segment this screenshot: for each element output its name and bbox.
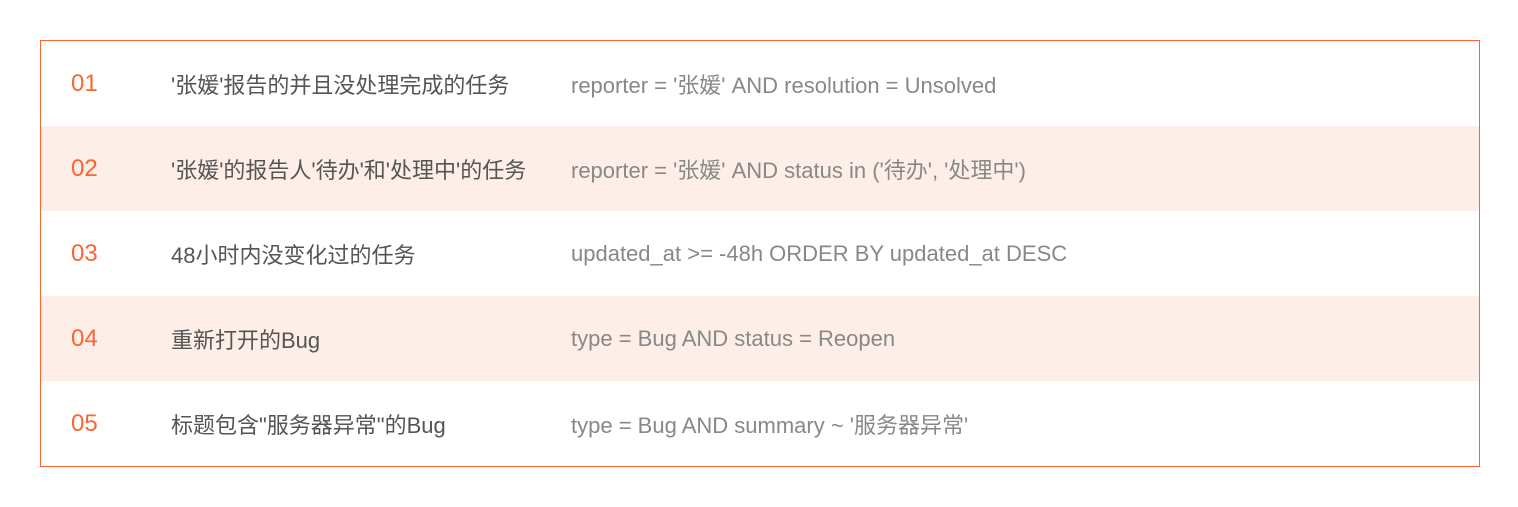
row-number: 01: [71, 70, 171, 98]
row-description: 48小时内没变化过的任务: [171, 238, 571, 270]
row-query: updated_at >= -48h ORDER BY updated_at D…: [571, 241, 1449, 267]
row-description: '张媛'的报告人'待办'和'处理中'的任务: [171, 153, 571, 185]
table-row: 03 48小时内没变化过的任务 updated_at >= -48h ORDER…: [41, 211, 1479, 296]
row-description: 标题包含"服务器异常"的Bug: [171, 408, 571, 440]
row-description: '张媛'报告的并且没处理完成的任务: [171, 68, 571, 100]
row-query: reporter = '张媛' AND resolution = Unsolve…: [571, 68, 1449, 100]
row-query: type = Bug AND summary ~ '服务器异常': [571, 408, 1449, 440]
row-number: 03: [71, 240, 171, 268]
row-number: 05: [71, 410, 171, 438]
query-examples-table: 01 '张媛'报告的并且没处理完成的任务 reporter = '张媛' AND…: [40, 40, 1480, 467]
table-row: 04 重新打开的Bug type = Bug AND status = Reop…: [41, 296, 1479, 381]
row-query: reporter = '张媛' AND status in ('待办', '处理…: [571, 153, 1449, 185]
row-number: 04: [71, 325, 171, 353]
table-row: 02 '张媛'的报告人'待办'和'处理中'的任务 reporter = '张媛'…: [41, 126, 1479, 211]
row-number: 02: [71, 155, 171, 183]
table-row: 05 标题包含"服务器异常"的Bug type = Bug AND summar…: [41, 381, 1479, 466]
row-description: 重新打开的Bug: [171, 323, 571, 355]
table-row: 01 '张媛'报告的并且没处理完成的任务 reporter = '张媛' AND…: [41, 41, 1479, 126]
row-query: type = Bug AND status = Reopen: [571, 326, 1449, 352]
